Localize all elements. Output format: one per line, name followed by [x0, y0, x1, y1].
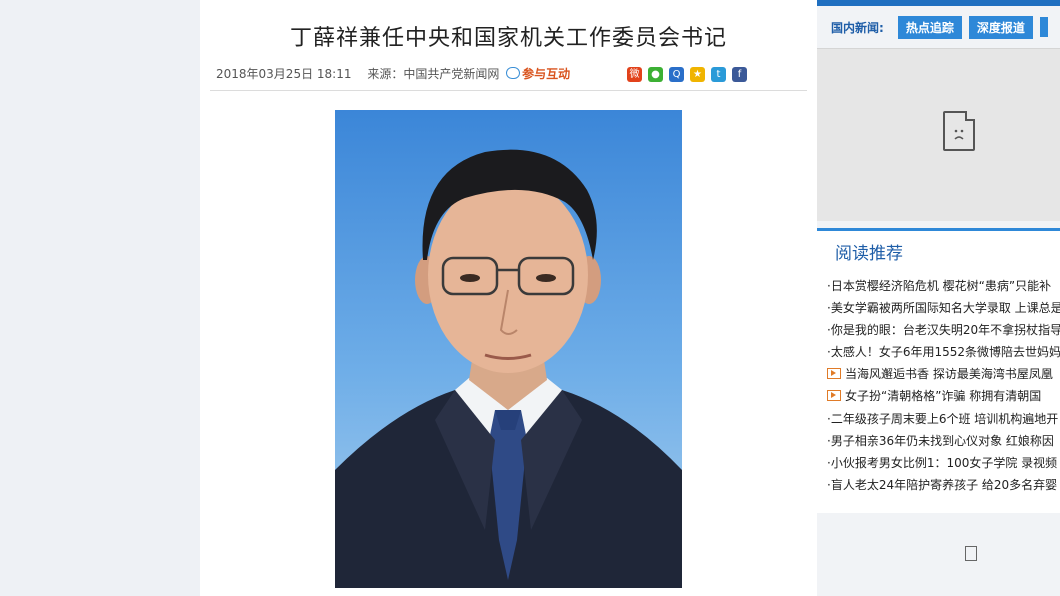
recommend-item[interactable]: 当海风邂逅书香 探访最美海湾书屋凤凰	[827, 363, 1060, 385]
recommend-item[interactable]: ·太感人！女子6年用1552条微博陪去世妈妈	[827, 341, 1060, 363]
recommend-item[interactable]: ·小伙报考男女比例1：100女子学院 录视频	[827, 452, 1060, 474]
video-icon	[827, 368, 841, 380]
domestic-news-bar: 国内新闻: 热点追踪 深度报道	[817, 14, 1055, 40]
video-icon	[827, 390, 841, 402]
interact-link[interactable]: 参与互动	[506, 67, 570, 81]
tab-in-depth[interactable]: 深度报道	[968, 15, 1033, 39]
tab-hot-tracking[interactable]: 热点追踪	[897, 15, 962, 39]
recommend-list: ·日本赏樱经济陷危机 樱花树“患病”只能补 ·美女学霸被两所国际知名大学录取 上课…	[827, 275, 1060, 496]
recommend-item-text: ·美女学霸被两所国际知名大学录取 上课总是	[827, 301, 1060, 316]
recommend-item[interactable]: ·你是我的眼：台老汉失明20年不拿拐杖指导	[827, 319, 1060, 341]
recommend-item[interactable]: ·美女学霸被两所国际知名大学录取 上课总是	[827, 297, 1060, 319]
qzone-share-icon[interactable]: ★	[690, 67, 705, 82]
article-title: 丁薛祥兼任中央和国家机关工作委员会书记	[289, 26, 727, 51]
comment-bubble-icon	[506, 67, 521, 79]
recommend-item[interactable]: ·二年级孩子周末要上6个班 培训机构遍地开	[827, 408, 1060, 430]
domestic-news-label: 国内新闻:	[831, 20, 884, 35]
recommend-item-text: 女子扮“清朝格格”诈骗 称拥有清朝国	[845, 389, 1042, 404]
small-document-icon	[965, 546, 977, 561]
weibo-share-icon[interactable]: 微	[627, 67, 642, 82]
article-date: 2018年03月25日 18:11	[216, 67, 352, 81]
recommend-title: 阅读推荐	[835, 244, 903, 264]
tencent-weibo-share-icon[interactable]: t	[711, 67, 726, 82]
reading-recommendation-panel: 阅读推荐 ·日本赏樱经济陷危机 樱花树“患病”只能补 ·美女学霸被两所国际知名大学…	[817, 228, 1060, 513]
qq-share-icon[interactable]: Q	[669, 67, 684, 82]
sidebar: 国内新闻: 热点追踪 深度报道 阅读推荐 ·日本赏樱经济陷危机 樱花树“患病”只…	[817, 6, 1060, 596]
facebook-share-icon[interactable]: f	[732, 67, 747, 82]
broken-image-icon	[943, 111, 975, 151]
recommend-item[interactable]: 女子扮“清朝格格”诈骗 称拥有清朝国	[827, 385, 1060, 407]
recommend-item-text: ·盲人老太24年陪护寄养孩子 给20多名弃婴	[827, 477, 1058, 492]
portrait-illustration	[335, 149, 682, 588]
recommend-item-text: ·小伙报考男女比例1：100女子学院 录视频	[827, 455, 1058, 470]
recommend-item[interactable]: ·男子相亲36年仍未找到心仪对象 红娘称因	[827, 430, 1060, 452]
wechat-share-icon[interactable]: ●	[648, 67, 663, 82]
article-panel: 丁薛祥兼任中央和国家机关工作委员会书记 2018年03月25日 18:11 来源…	[200, 0, 817, 596]
page-background-left	[0, 0, 200, 596]
header-divider	[210, 90, 807, 91]
article-source: 来源：中国共产党新闻网	[367, 67, 500, 81]
recommend-item-text: ·男子相亲36年仍未找到心仪对象 红娘称因	[827, 433, 1054, 448]
recommend-item[interactable]: ·盲人老太24年陪护寄养孩子 给20多名弃婴	[827, 474, 1060, 496]
recommend-item-text: 当海风邂逅书香 探访最美海湾书屋凤凰	[845, 367, 1053, 382]
recommend-item-text: ·太感人！女子6年用1552条微博陪去世妈妈	[827, 345, 1060, 360]
article-meta: 2018年03月25日 18:11 来源：中国共产党新闻网 参与互动	[216, 65, 582, 82]
share-icons: 微 ● Q ★ t f	[627, 67, 747, 82]
recommend-item-text: ·二年级孩子周末要上6个班 培训机构遍地开	[827, 411, 1059, 426]
ad-placeholder	[817, 48, 1060, 221]
tab-more[interactable]	[1039, 17, 1049, 37]
recommend-item-text: ·你是我的眼：台老汉失明20年不拿拐杖指导	[827, 323, 1060, 338]
recommend-item[interactable]: ·日本赏樱经济陷危机 樱花树“患病”只能补	[827, 275, 1060, 297]
recommend-item-text: ·日本赏樱经济陷危机 樱花树“患病”只能补	[827, 279, 1052, 293]
interact-label: 参与互动	[522, 67, 571, 81]
portrait-photo	[335, 110, 682, 588]
